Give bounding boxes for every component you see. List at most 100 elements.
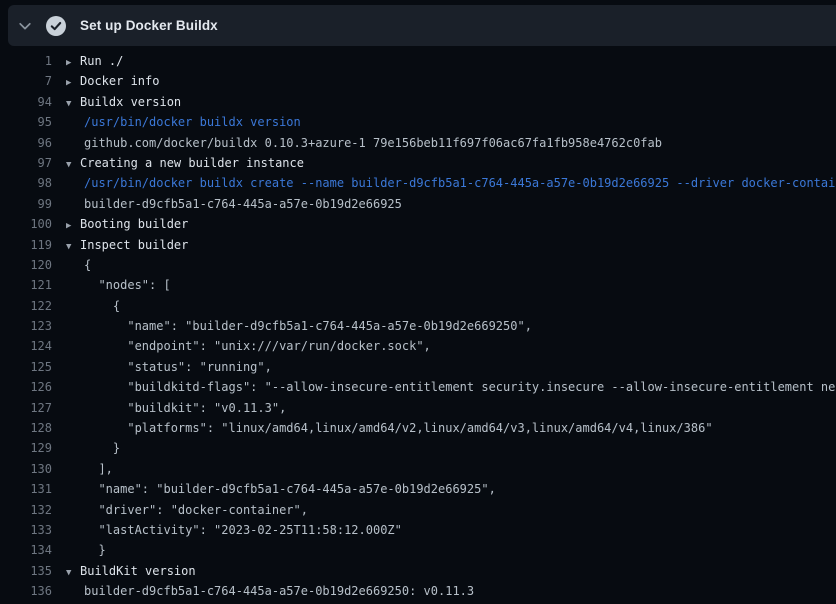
line-number[interactable]: 132 (0, 500, 52, 520)
output-text: "nodes": [ (84, 278, 171, 292)
log-row: 125 "status": "running", (0, 357, 836, 377)
line-number[interactable]: 135 (0, 561, 52, 581)
output-text: "buildkitd-flags": "--allow-insecure-ent… (84, 380, 836, 394)
log-row: 126 "buildkitd-flags": "--allow-insecure… (0, 377, 836, 397)
line-number[interactable]: 131 (0, 479, 52, 499)
output-text: "buildkit": "v0.11.3", (84, 401, 286, 415)
line-body: } (66, 438, 836, 458)
line-body: ], (66, 459, 836, 479)
output-text: { (84, 258, 91, 272)
log-group-row[interactable]: 7 ▶Docker info (0, 71, 836, 91)
log-group-row[interactable]: 97 ▼Creating a new builder instance (0, 153, 836, 173)
line-number[interactable]: 136 (0, 581, 52, 601)
triangle-right-icon[interactable]: ▶ (66, 216, 80, 234)
line-number[interactable]: 134 (0, 540, 52, 560)
log-row: 133 "lastActivity": "2023-02-25T11:58:12… (0, 520, 836, 540)
line-number[interactable]: 99 (0, 194, 52, 214)
line-number[interactable]: 100 (0, 214, 52, 234)
output-text: "driver": "docker-container", (84, 503, 308, 517)
triangle-down-icon[interactable]: ▼ (66, 237, 80, 255)
line-number[interactable]: 124 (0, 336, 52, 356)
line-number[interactable]: 123 (0, 316, 52, 336)
line-body: "platforms": "linux/amd64,linux/amd64/v2… (66, 418, 836, 438)
line-body: ▼Inspect builder (66, 235, 836, 255)
output-text: } (84, 441, 120, 455)
log-group-row[interactable]: 135 ▼BuildKit version (0, 561, 836, 581)
line-number[interactable]: 130 (0, 459, 52, 479)
output-text: "platforms": "linux/amd64,linux/amd64/v2… (84, 421, 713, 435)
line-number[interactable]: 126 (0, 377, 52, 397)
group-label: Booting builder (80, 217, 188, 231)
log-row: 129 } (0, 438, 836, 458)
triangle-down-icon[interactable]: ▼ (66, 563, 80, 581)
log-row: 128 "platforms": "linux/amd64,linux/amd6… (0, 418, 836, 438)
group-label: BuildKit version (80, 564, 196, 578)
group-label: Buildx version (80, 95, 181, 109)
log-row: 96 github.com/docker/buildx 0.10.3+azure-… (0, 133, 836, 153)
line-number[interactable]: 129 (0, 438, 52, 458)
output-text: "status": "running", (84, 360, 272, 374)
command-text: /usr/bin/docker buildx create --name bui… (84, 176, 836, 190)
triangle-down-icon[interactable]: ▼ (66, 155, 80, 173)
step-title: Set up Docker Buildx (80, 18, 218, 33)
line-body: ▼Creating a new builder instance (66, 153, 836, 173)
log-row: 98/usr/bin/docker buildx create --name b… (0, 173, 836, 193)
log-row: 131 "name": "builder-d9cfb5a1-c764-445a-… (0, 479, 836, 499)
triangle-down-icon[interactable]: ▼ (66, 94, 80, 112)
output-text: ], (84, 462, 113, 476)
log-row: 122 { (0, 296, 836, 316)
group-label: Docker info (80, 74, 159, 88)
line-body: "status": "running", (66, 357, 836, 377)
line-number[interactable]: 94 (0, 92, 52, 112)
line-number[interactable]: 128 (0, 418, 52, 438)
line-body: "lastActivity": "2023-02-25T11:58:12.000… (66, 520, 836, 540)
log-row: 95/usr/bin/docker buildx version (0, 112, 836, 132)
line-body: ▶Booting builder (66, 214, 836, 234)
output-text: builder-d9cfb5a1-c764-445a-a57e-0b19d2e6… (84, 197, 402, 211)
group-label: Creating a new builder instance (80, 156, 304, 170)
log-row: 136builder-d9cfb5a1-c764-445a-a57e-0b19d… (0, 581, 836, 601)
line-body: ▶Docker info (66, 71, 836, 91)
line-body: /usr/bin/docker buildx create --name bui… (66, 173, 836, 193)
check-circle-icon (46, 16, 66, 36)
line-number[interactable]: 98 (0, 173, 52, 193)
line-number[interactable]: 127 (0, 398, 52, 418)
log-row: 124 "endpoint": "unix:///var/run/docker.… (0, 336, 836, 356)
log-row: 132 "driver": "docker-container", (0, 500, 836, 520)
step-header[interactable]: Set up Docker Buildx (8, 5, 836, 46)
line-number[interactable]: 95 (0, 112, 52, 132)
line-body: { (66, 296, 836, 316)
log-row: 120 { (0, 255, 836, 275)
log-row: 130 ], (0, 459, 836, 479)
line-number[interactable]: 7 (0, 71, 52, 91)
line-body: github.com/docker/buildx 0.10.3+azure-1 … (66, 133, 836, 153)
output-text: github.com/docker/buildx 0.10.3+azure-1 … (84, 136, 662, 150)
line-number[interactable]: 119 (0, 235, 52, 255)
line-number[interactable]: 121 (0, 275, 52, 295)
line-body: "buildkitd-flags": "--allow-insecure-ent… (66, 377, 836, 397)
line-number[interactable]: 133 (0, 520, 52, 540)
log-group-row[interactable]: 94 ▼Buildx version (0, 92, 836, 112)
log-group-row[interactable]: 100 ▶Booting builder (0, 214, 836, 234)
output-text: { (84, 299, 120, 313)
triangle-right-icon[interactable]: ▶ (66, 53, 80, 71)
chevron-down-icon[interactable] (17, 18, 33, 34)
triangle-right-icon[interactable]: ▶ (66, 73, 80, 91)
line-body: } (66, 540, 836, 560)
line-body: builder-d9cfb5a1-c764-445a-a57e-0b19d2e6… (66, 194, 836, 214)
line-body: "buildkit": "v0.11.3", (66, 398, 836, 418)
command-text: /usr/bin/docker buildx version (84, 115, 301, 129)
log-row: 99 builder-d9cfb5a1-c764-445a-a57e-0b19d2… (0, 194, 836, 214)
line-number[interactable]: 125 (0, 357, 52, 377)
log-group-row[interactable]: 119 ▼Inspect builder (0, 235, 836, 255)
output-text: "endpoint": "unix:///var/run/docker.sock… (84, 339, 431, 353)
line-body: "endpoint": "unix:///var/run/docker.sock… (66, 336, 836, 356)
line-number[interactable]: 122 (0, 296, 52, 316)
line-number[interactable]: 97 (0, 153, 52, 173)
group-label: Run ./ (80, 54, 123, 68)
line-number[interactable]: 120 (0, 255, 52, 275)
log-group-row[interactable]: 1 ▶Run ./ (0, 51, 836, 71)
line-number[interactable]: 1 (0, 51, 52, 71)
line-number[interactable]: 96 (0, 133, 52, 153)
output-text: } (84, 543, 106, 557)
